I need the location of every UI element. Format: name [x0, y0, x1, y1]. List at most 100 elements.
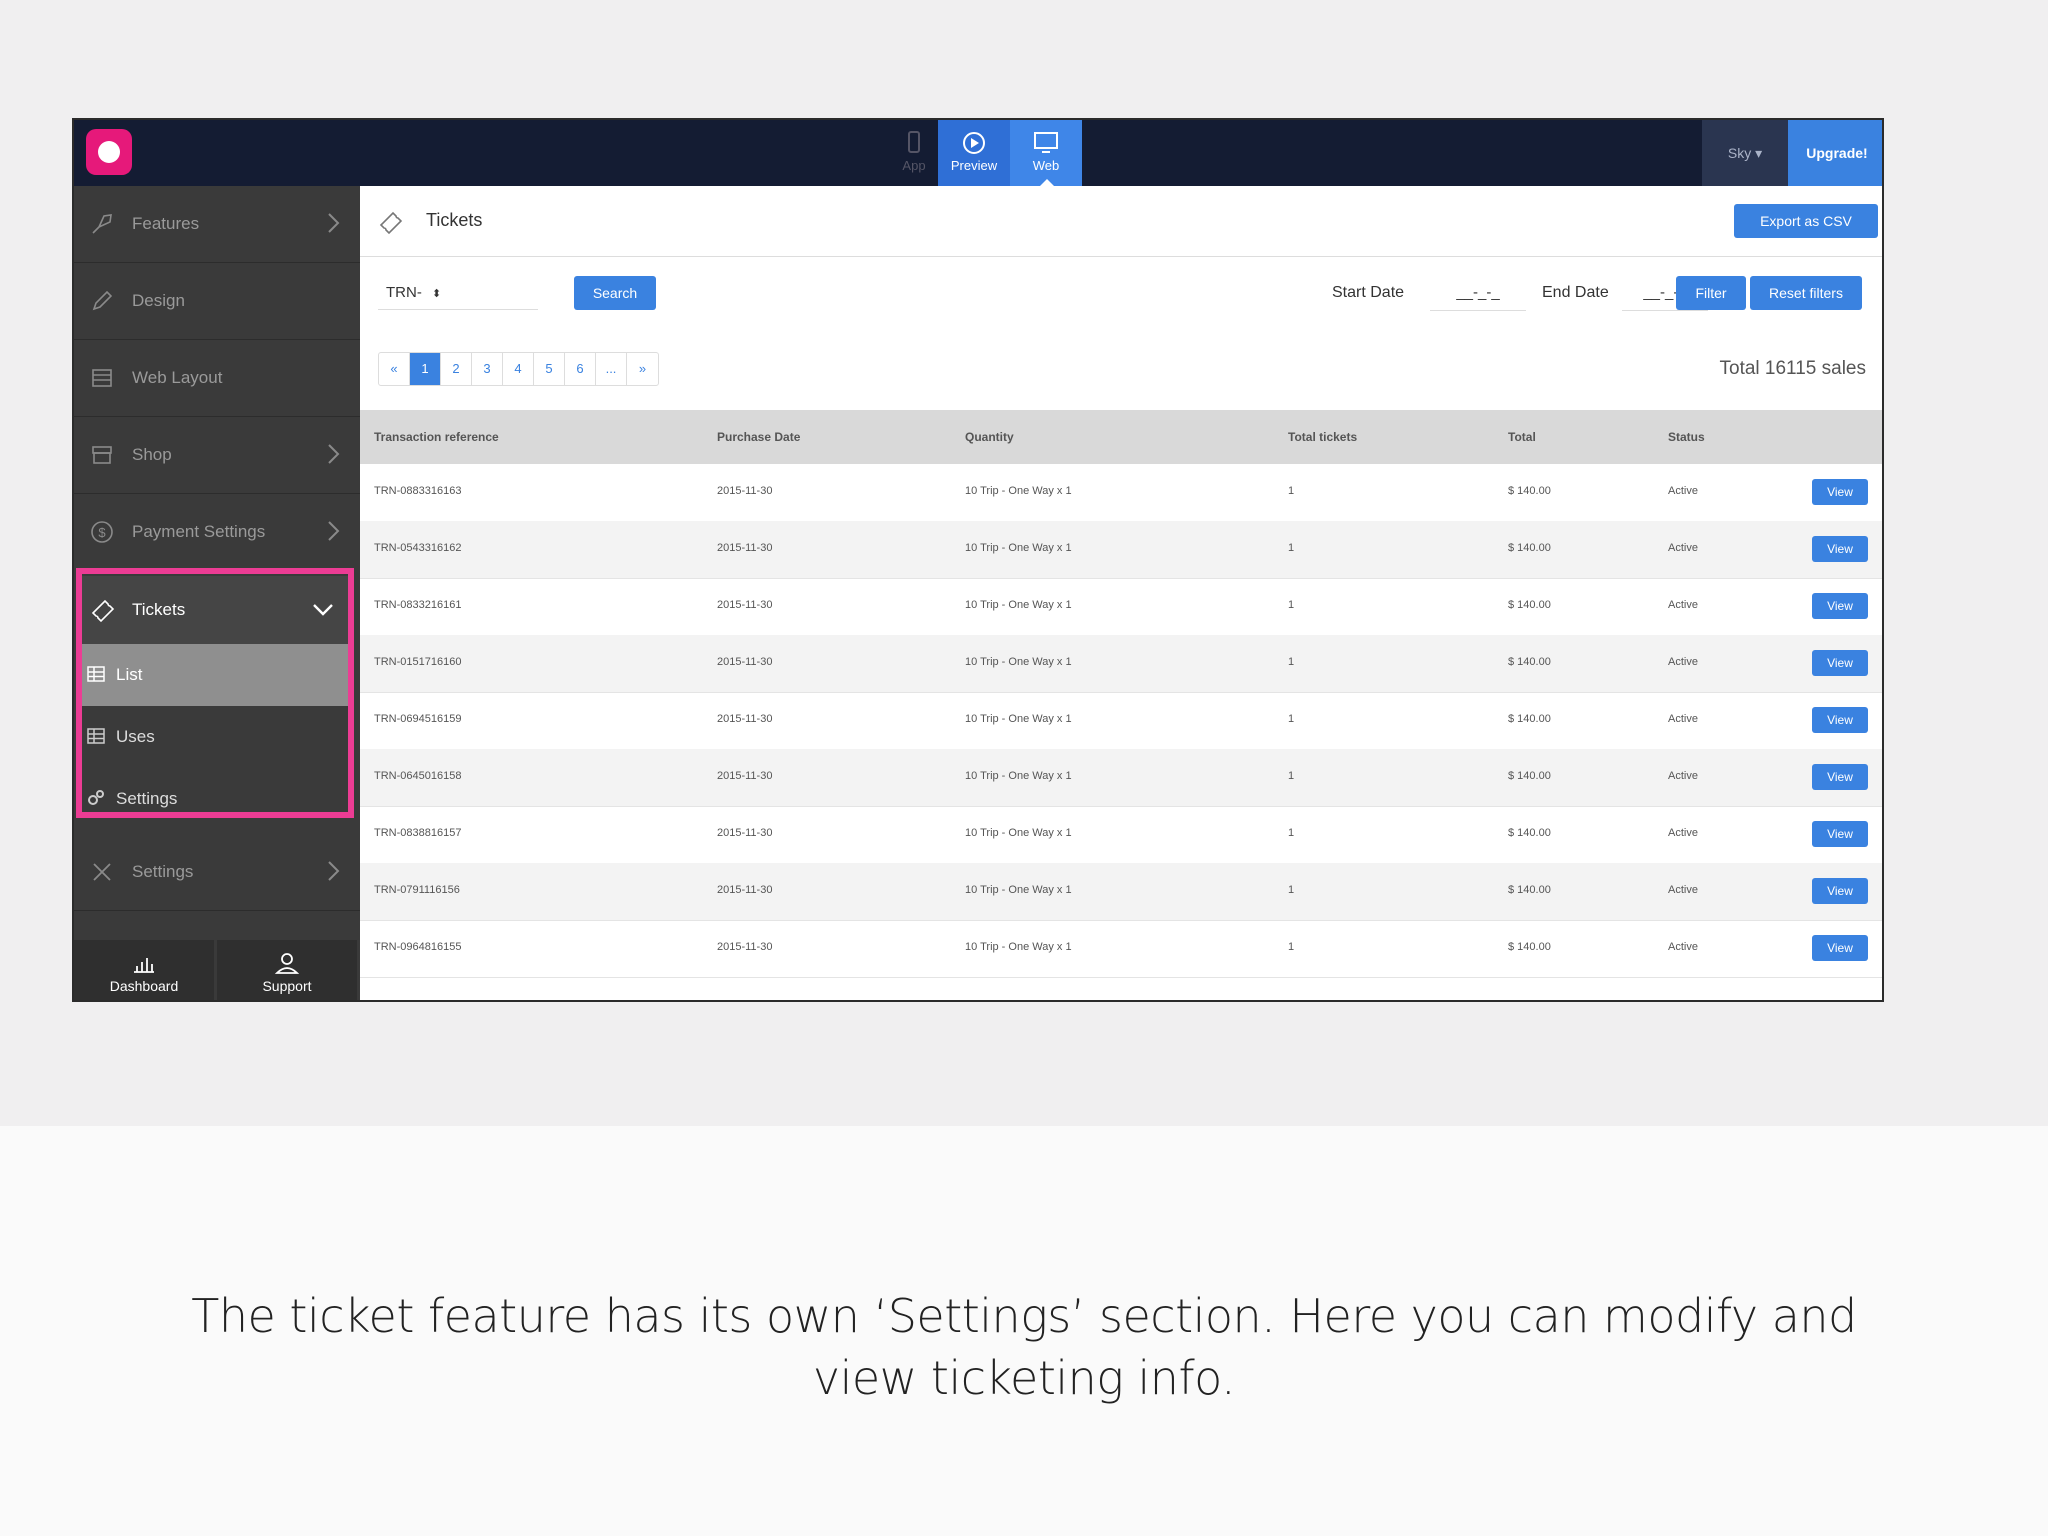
reset-filters-button[interactable]: Reset filters — [1750, 276, 1862, 310]
mode-web-tab[interactable]: Web — [1010, 120, 1082, 186]
table-cell-date: 2015-11-30 — [717, 941, 773, 953]
table-cell-tickets: 1 — [1288, 827, 1295, 839]
table-cell-status: Active — [1668, 770, 1698, 782]
table-cell-qty: 10 Trip - One Way x 1 — [965, 599, 1072, 611]
table-cell-date: 2015-11-30 — [717, 485, 773, 497]
table-row: TRN-0791116156 2015-11-30 10 Trip - One Wa… — [360, 863, 1882, 921]
table-cell-date: 2015-11-30 — [717, 599, 773, 611]
view-button[interactable]: View — [1812, 821, 1868, 847]
table-row: TRN-0883316163 2015-11-30 10 Trip - One Wa… — [360, 464, 1882, 522]
column-header: Total — [1508, 430, 1536, 444]
table-cell-total: $ 140.00 — [1508, 770, 1551, 782]
support-tab[interactable]: Support — [217, 940, 357, 1000]
monitor-icon — [1034, 132, 1058, 153]
table-row: TRN-0151716160 2015-11-30 10 Trip - One Wa… — [360, 635, 1882, 693]
sidebar-item-label: Features — [132, 214, 200, 233]
end-date-label: End Date — [1542, 284, 1609, 301]
pagination: «1 2 3 4 5 6...» — [378, 352, 659, 386]
page-button[interactable]: 3 — [472, 353, 503, 385]
app-logo[interactable] — [86, 129, 132, 175]
table-row: TRN-0838816157 2015-11-30 10 Trip - One Wa… — [360, 806, 1882, 864]
user-menu[interactable]: Sky ▾ — [1702, 120, 1788, 186]
mode-preview-label: Preview — [950, 158, 998, 173]
start-date-label: Start Date — [1332, 284, 1405, 301]
table-cell-qty: 10 Trip - One Way x 1 — [965, 770, 1072, 782]
view-button[interactable]: View — [1812, 764, 1868, 790]
column-header: Total tickets — [1288, 430, 1358, 444]
table-cell-status: Active — [1668, 884, 1698, 896]
table-cell-ref: TRN-0694516159 — [374, 713, 462, 725]
table-cell-date: 2015-11-30 — [717, 884, 773, 896]
table-cell-tickets: 1 — [1288, 941, 1295, 953]
page-button[interactable]: 4 — [503, 353, 534, 385]
ticket-icon — [379, 211, 403, 235]
mode-app-tab[interactable]: App — [886, 120, 942, 186]
sidebar-item-features[interactable]: Features — [74, 186, 360, 263]
table-cell-status: Active — [1668, 485, 1698, 497]
page-button[interactable]: 1 — [410, 353, 441, 385]
table-cell-tickets: 1 — [1288, 485, 1295, 497]
sidebar-item-shop[interactable]: Shop — [74, 417, 360, 494]
dashboard-tab[interactable]: Dashboard — [74, 940, 214, 1000]
table-cell-ref: TRN-0838816157 — [374, 827, 462, 839]
table-row: TRN-0694516159 2015-11-30 10 Trip - One Wa… — [360, 692, 1882, 750]
column-header: Quantity — [965, 430, 1014, 444]
start-date-input[interactable]: __-_-_ — [1430, 276, 1526, 311]
table-row: TRN-0964816155 2015-11-30 10 Trip - One Wa… — [360, 920, 1882, 978]
sidebar-item-settings[interactable]: Settings — [74, 834, 360, 911]
sidebar-subitem-list[interactable]: List — [82, 644, 350, 706]
page-button[interactable]: « — [379, 353, 410, 385]
table-cell-ref: TRN-0791116156 — [374, 884, 460, 896]
page-button[interactable]: 2 — [441, 353, 472, 385]
upgrade-button[interactable]: Upgrade! — [1788, 120, 1882, 186]
table-row: TRN-0645016158 2015-11-30 10 Trip - One Wa… — [360, 749, 1882, 807]
chevron-right-icon — [328, 861, 340, 881]
column-header: Status — [1668, 430, 1705, 444]
sidebar-item-web-layout[interactable]: Web Layout — [74, 340, 360, 417]
page-header: Tickets Export as CSV — [360, 186, 1882, 257]
table-cell-tickets: 1 — [1288, 770, 1295, 782]
table-cell-ref: TRN-0543316162 — [374, 542, 462, 554]
view-button[interactable]: View — [1812, 935, 1868, 961]
view-button[interactable]: View — [1812, 479, 1868, 505]
view-button[interactable]: View — [1812, 707, 1868, 733]
view-button[interactable]: View — [1812, 650, 1868, 676]
search-button[interactable]: Search — [574, 276, 656, 310]
caption-text: The ticket feature has its own ‘Settings… — [0, 1285, 2048, 1409]
page-button[interactable]: ... — [596, 353, 627, 385]
page-button[interactable]: 5 — [534, 353, 565, 385]
sidebar-item-label: Web Layout — [132, 368, 223, 387]
reference-prefix-select[interactable]: TRN- ⬍ — [378, 276, 538, 310]
store-icon — [92, 446, 112, 464]
sidebar-item-label: Tickets — [132, 600, 186, 619]
total-sales: Total 16115 sales — [1719, 358, 1866, 379]
sidebar-subitem-settings[interactable]: Settings — [82, 768, 350, 830]
sidebar-item-design[interactable]: Design — [74, 263, 360, 340]
sidebar-item-payment-settings[interactable]: $ Payment Settings — [74, 494, 360, 571]
page-button[interactable]: 6 — [565, 353, 596, 385]
view-button[interactable]: View — [1812, 878, 1868, 904]
sidebar-item-tickets[interactable]: Tickets — [82, 576, 350, 644]
view-button[interactable]: View — [1812, 593, 1868, 619]
table-cell-tickets: 1 — [1288, 713, 1295, 725]
sidebar: Features Design Web Layout Shop $ Paymen… — [74, 186, 360, 1000]
user-icon — [274, 953, 300, 974]
sidebar-subitem-label: Settings — [116, 789, 178, 808]
table-cell-total: $ 140.00 — [1508, 599, 1551, 611]
page-title: Tickets — [426, 210, 483, 230]
page-button[interactable]: » — [627, 353, 658, 385]
tickets-section: Tickets List Uses Settings — [74, 568, 360, 828]
table-cell-total: $ 140.00 — [1508, 542, 1551, 554]
caption-line: The ticket feature has its own ‘Settings… — [191, 1289, 1857, 1343]
filter-button[interactable]: Filter — [1676, 276, 1746, 310]
table-cell-status: Active — [1668, 656, 1698, 668]
sidebar-subitem-uses[interactable]: Uses — [82, 706, 350, 768]
table-icon — [87, 728, 105, 744]
table-cell-ref: TRN-0833216161 — [374, 599, 462, 611]
view-button[interactable]: View — [1812, 536, 1868, 562]
table-cell-status: Active — [1668, 713, 1698, 725]
export-csv-button[interactable]: Export as CSV — [1734, 204, 1878, 238]
chevron-right-icon — [328, 444, 340, 464]
mode-preview-tab[interactable]: Preview — [938, 120, 1010, 186]
table-cell-date: 2015-11-30 — [717, 827, 773, 839]
